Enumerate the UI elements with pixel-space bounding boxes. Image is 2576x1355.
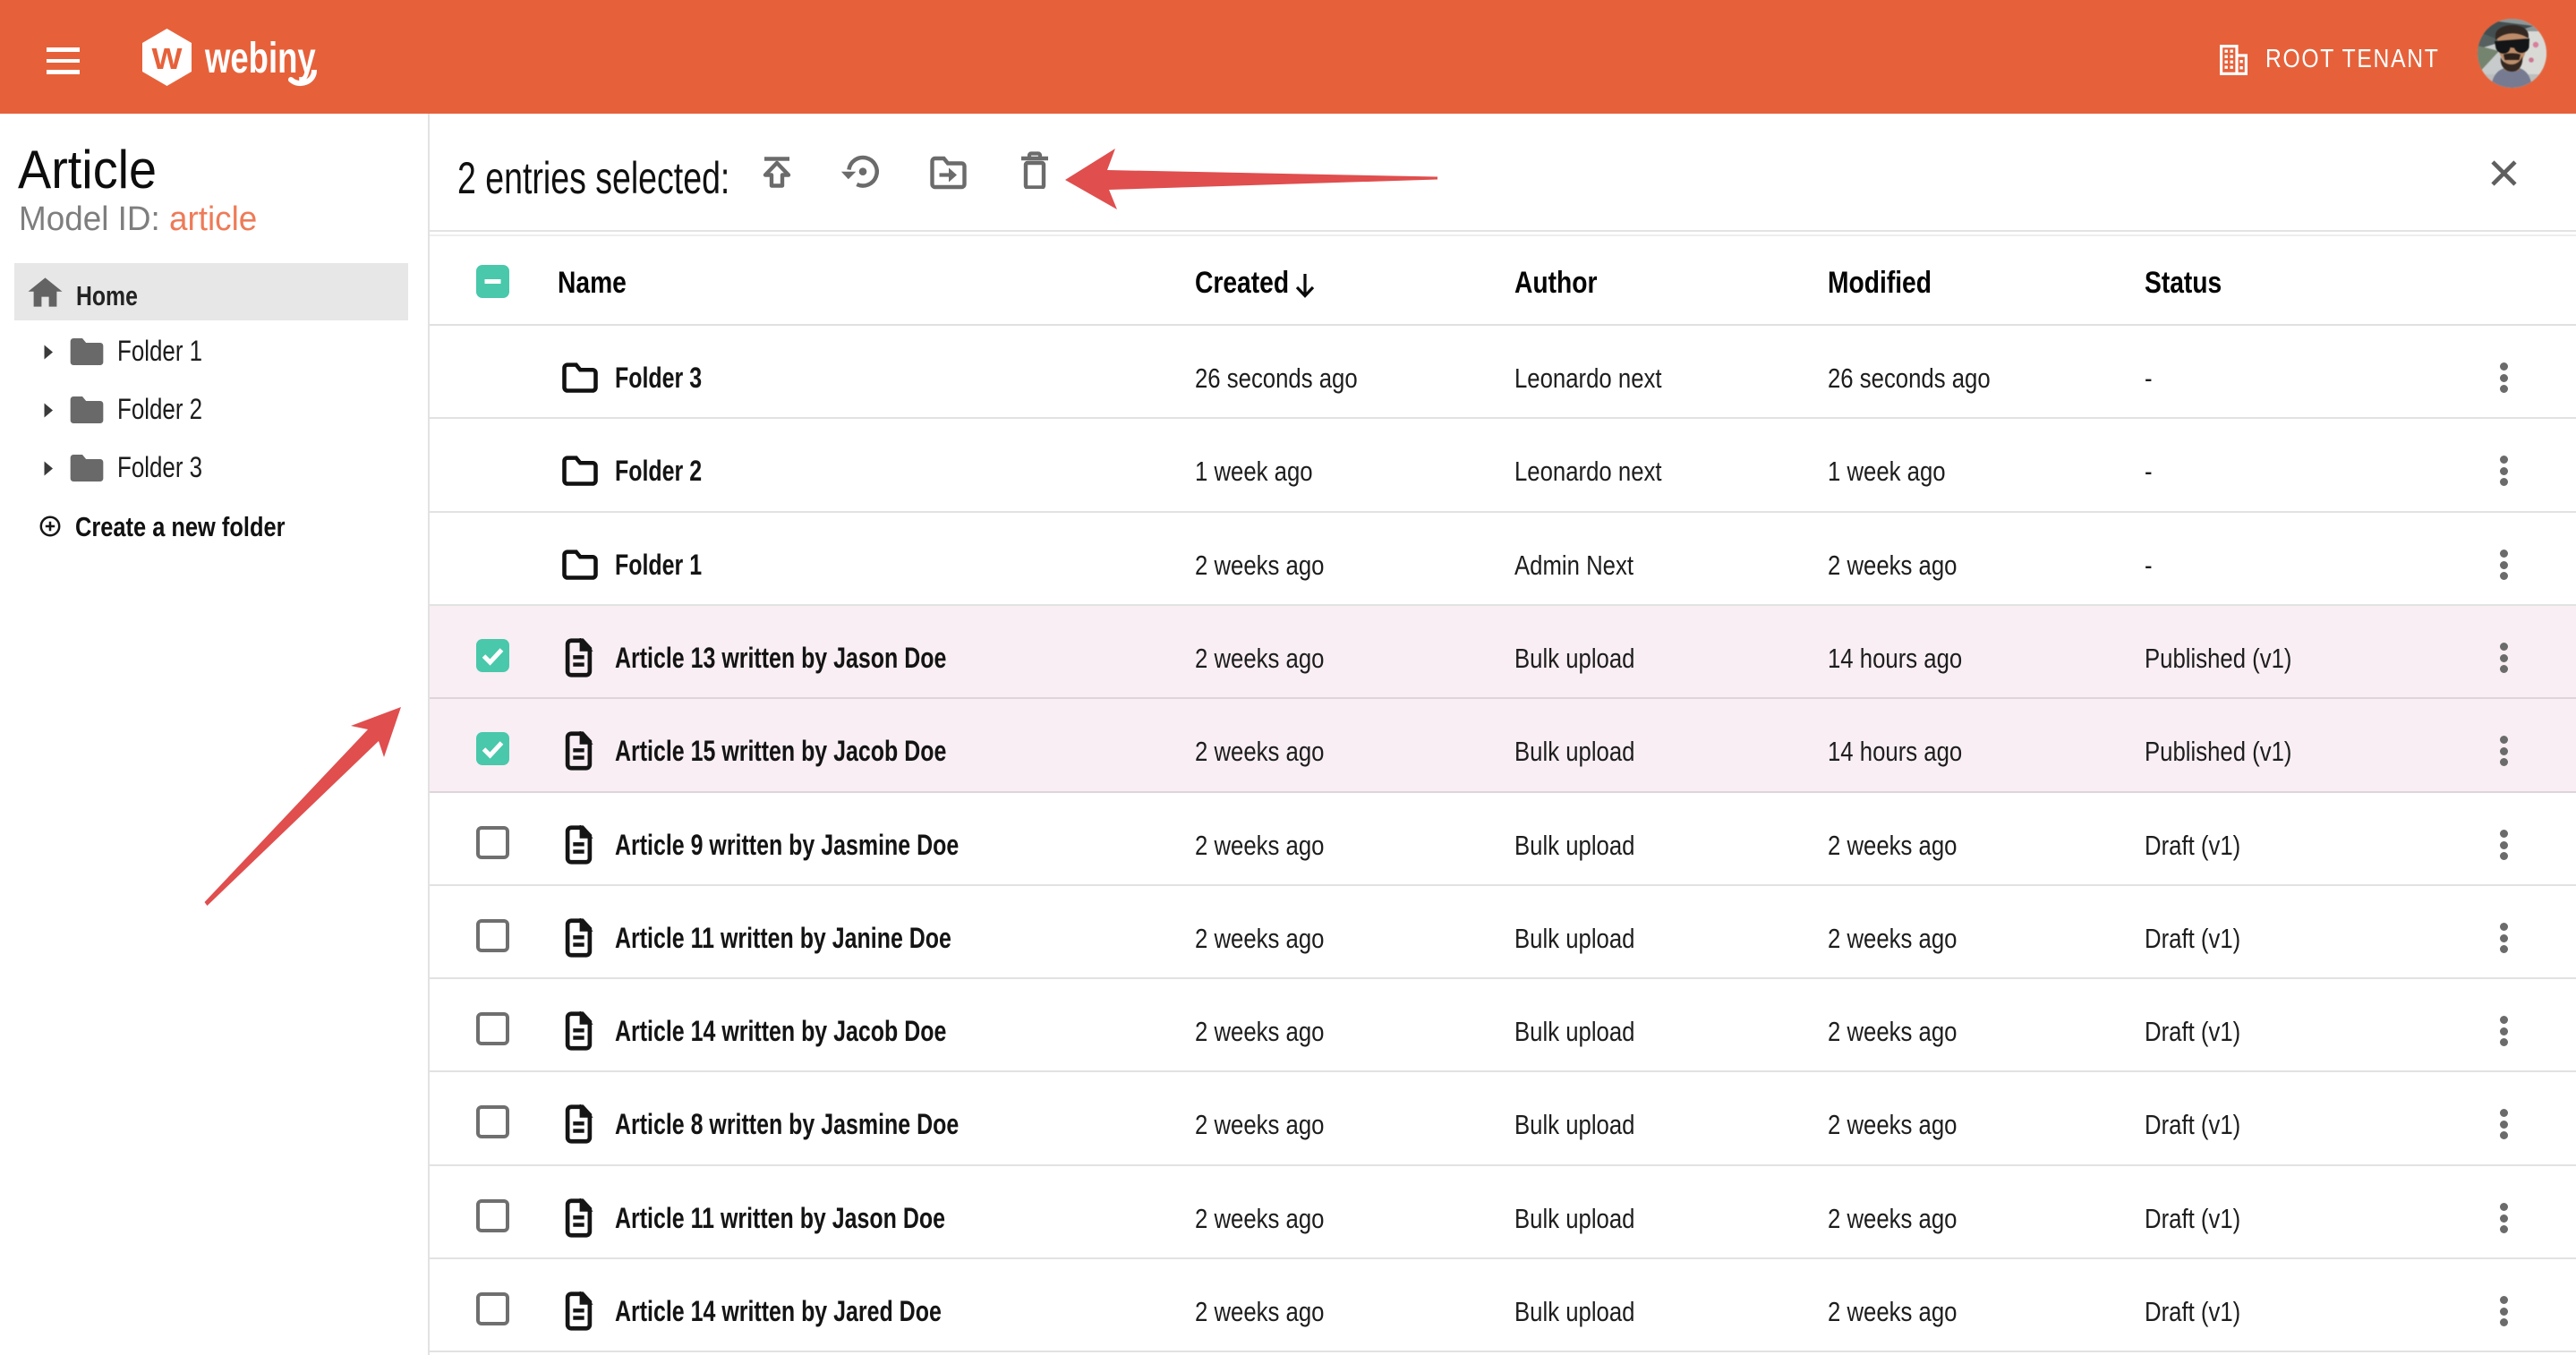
svg-text:W: W [152,42,183,75]
